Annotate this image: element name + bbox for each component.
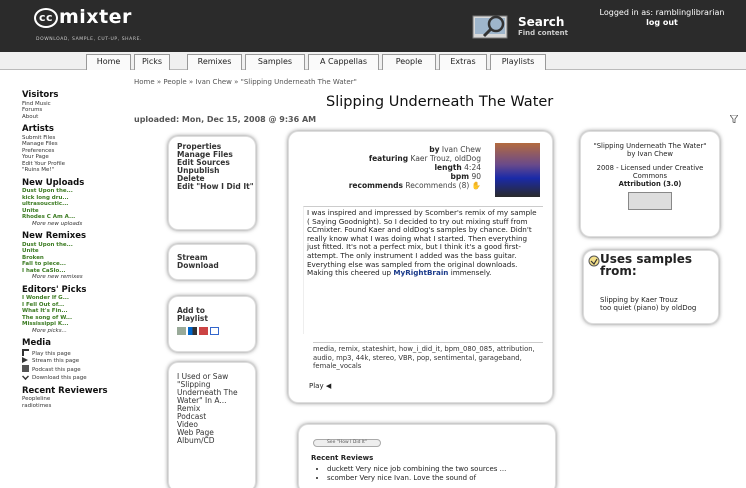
- share-icon[interactable]: [177, 327, 186, 335]
- tab-a-cappellas[interactable]: A Cappellas: [308, 54, 379, 70]
- more-new-uploads-link[interactable]: More new uploads: [22, 221, 112, 228]
- sidebar-item-about[interactable]: About: [22, 114, 112, 121]
- samples-box: Uses samples from: Slipping by Kaer Trou…: [583, 250, 719, 324]
- nav-bar: Home Picks Remixes Samples A Cappellas P…: [0, 52, 746, 70]
- music-note-icon: [22, 348, 29, 356]
- samples-heading: Uses samples from:: [600, 252, 693, 278]
- logout-link[interactable]: log out: [592, 18, 732, 28]
- tab-playlists[interactable]: Playlists: [490, 54, 546, 70]
- media-heading: Media: [22, 338, 51, 348]
- list-item[interactable]: scomber Very nice Ivan. Love the sound o…: [327, 474, 547, 483]
- page-title: Slipping Underneath The Water: [326, 94, 554, 110]
- google-icon[interactable]: [210, 327, 219, 335]
- tab-picks[interactable]: Picks: [134, 54, 170, 70]
- artist-avatar[interactable]: [495, 143, 540, 197]
- header: cc mixter Download, Sample, Cut-up, Share…: [0, 0, 746, 52]
- download-link[interactable]: Download: [177, 262, 247, 270]
- samples-icon: [588, 255, 600, 267]
- editors-picks-heading: Editors' Picks: [22, 284, 87, 295]
- breadcrumb[interactable]: Home » People » Ivan Chew » "Slipping Un…: [134, 78, 357, 86]
- sidebar: Visitors Find Music Forums About Artists…: [22, 86, 112, 409]
- samples-list: Slipping by Kaer Trouz too quiet (piano)…: [600, 296, 712, 312]
- artist-link[interactable]: Ivan Chew: [442, 145, 481, 154]
- tab-extras[interactable]: Extras: [439, 54, 487, 70]
- upload-date: uploaded: Mon, Dec 15, 2008 @ 9:36 AM: [134, 115, 317, 124]
- track-info: by Ivan Chew featuring Kaer Trouz, oldDo…: [348, 145, 481, 190]
- tab-people[interactable]: People: [382, 54, 436, 70]
- add-to-playlist-link[interactable]: Add to Playlist: [177, 307, 227, 323]
- page: cc mixter Download, Sample, Cut-up, Share…: [0, 0, 746, 488]
- play-icon: [22, 357, 28, 363]
- play-button[interactable]: Play ◀: [309, 382, 331, 390]
- playlist-box: Add to Playlist: [168, 296, 256, 352]
- track-details: by Ivan Chew featuring Kaer Trouz, oldDo…: [288, 131, 553, 403]
- play-page-link[interactable]: Play this page: [22, 348, 112, 358]
- license-box: "Slipping Underneath The Water" by Ivan …: [580, 131, 720, 237]
- filter-icon[interactable]: [730, 115, 738, 123]
- thumbs-up-icon[interactable]: ✋: [472, 181, 481, 190]
- list-item[interactable]: too quiet (piano) by oldDog: [600, 304, 712, 312]
- reviews-list: duckett Very nice job combining the two …: [327, 465, 547, 482]
- ccmixter-logo[interactable]: cc mixter: [34, 6, 132, 28]
- digg-icon[interactable]: [199, 327, 208, 335]
- reviews-box: See "How I Did It" Recent Reviews ducket…: [298, 424, 556, 488]
- find-content-link[interactable]: Find content: [518, 29, 568, 37]
- search-icon[interactable]: [470, 10, 510, 40]
- tag-list[interactable]: media, remix, stateshirt, how_i_did_it, …: [313, 342, 543, 371]
- tab-samples[interactable]: Samples: [245, 54, 305, 70]
- sidebar-item-ruins-me[interactable]: "Ruins Me!": [22, 167, 112, 174]
- used-in-box: I Used or Saw "Slipping Underneath The W…: [168, 362, 256, 488]
- myrightbrain-link[interactable]: MyRightBrain: [393, 268, 448, 277]
- download-icon: [22, 373, 29, 380]
- track-description: I was inspired and impressed by Scomber'…: [303, 206, 543, 334]
- podcast-icon: [22, 364, 29, 372]
- more-new-remixes-link[interactable]: More new remixes: [22, 274, 112, 281]
- new-remixes-heading: New Remixes: [22, 231, 87, 241]
- tab-remixes[interactable]: Remixes: [187, 54, 242, 70]
- edit-how-i-did-it-link[interactable]: Edit "How I Did It": [177, 183, 254, 191]
- see-how-i-did-it-button[interactable]: See "How I Did It": [313, 439, 381, 447]
- cc-license-badge[interactable]: [628, 192, 672, 210]
- list-item[interactable]: duckett Very nice job combining the two …: [327, 465, 547, 474]
- more-picks-link[interactable]: More picks...: [22, 328, 112, 335]
- tagline: Download, Sample, Cut-up, Share.: [36, 37, 143, 42]
- stream-box: Stream Download: [168, 244, 256, 280]
- login-status: Logged in as: ramblinglibrarian log out: [592, 8, 732, 28]
- featuring-links[interactable]: Kaer Trouz, oldDog: [411, 154, 481, 163]
- actions-menu: Properties Manage Files Edit Sources Unp…: [168, 136, 256, 230]
- album-cd-link[interactable]: Album/CD: [177, 437, 247, 445]
- podcast-page-link[interactable]: Podcast this page: [22, 364, 112, 374]
- delicious-icon[interactable]: [188, 327, 197, 335]
- artists-heading: Artists: [22, 124, 54, 134]
- list-item[interactable]: radiotimes: [22, 403, 112, 410]
- list-item[interactable]: Slipping by Kaer Trouz: [600, 296, 712, 304]
- visitors-heading: Visitors: [22, 90, 59, 100]
- download-page-link[interactable]: Download this page: [22, 373, 112, 382]
- recommends-count[interactable]: Recommends (8): [405, 181, 469, 190]
- recent-reviews-heading: Recent Reviews: [311, 454, 374, 462]
- speaker-icon: ◀: [325, 382, 332, 390]
- tab-home[interactable]: Home: [86, 54, 131, 70]
- stream-page-link[interactable]: Stream this page: [22, 357, 112, 365]
- search-link[interactable]: Search: [518, 15, 564, 29]
- new-uploads-heading: New Uploads: [22, 177, 85, 188]
- share-icons: [177, 327, 247, 335]
- recent-reviewers-heading: Recent Reviewers: [22, 385, 108, 396]
